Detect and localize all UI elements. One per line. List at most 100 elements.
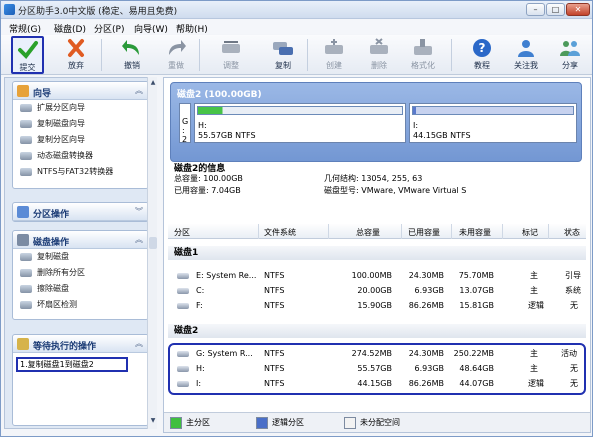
title-bar[interactable]: 分区助手3.0中文版 (稳定、易用且免费) – □ ✕ xyxy=(1,1,592,19)
partition-block-text: H: 55.57GB NTFS xyxy=(198,121,256,140)
table-row[interactable]: E: System Re... NTFS 100.00MB 24.30MB 75… xyxy=(168,268,586,283)
disk-map-prefix[interactable]: G:2 xyxy=(179,103,191,144)
cell-status: 无 xyxy=(570,301,578,310)
legend-unallocated: 未分配空间 xyxy=(344,417,400,429)
cell-partition: C: xyxy=(196,286,205,295)
disk-icon xyxy=(20,301,32,309)
collapse-chevron-icon[interactable]: ︽ xyxy=(135,234,143,245)
format-disk-icon xyxy=(412,38,434,58)
copy-button[interactable]: 复制 xyxy=(266,36,300,74)
disk-op-bad-sector[interactable]: 坏扇区检测 xyxy=(13,297,148,313)
minimize-button[interactable]: – xyxy=(526,3,545,16)
column-separator xyxy=(258,224,259,239)
column-header-flag[interactable]: 标记 xyxy=(522,227,538,238)
app-window: 分区助手3.0中文版 (稳定、易用且免费) – □ ✕ 常规(G) 磁盘(D) … xyxy=(0,0,593,437)
disk-group-row[interactable]: 磁盘1 xyxy=(168,246,586,260)
table-row[interactable]: C: NTFS 20.00GB 6.93GB 13.07GB 主 系统 xyxy=(168,283,586,298)
format-button[interactable]: 格式化 xyxy=(406,36,440,74)
redo-button[interactable]: 重做 xyxy=(159,36,193,74)
cell-used: 6.93GB xyxy=(414,286,445,295)
maximize-button[interactable]: □ xyxy=(546,3,565,16)
disk-geometry: 几何结构: 13054, 255, 63 xyxy=(324,174,423,183)
redo-label: 重做 xyxy=(168,61,184,70)
partition-block-h[interactable]: H: 55.57GB NTFS xyxy=(194,103,406,143)
column-header-free[interactable]: 未用容量 xyxy=(459,227,491,238)
follow-icon xyxy=(515,38,537,58)
cell-filesystem: NTFS xyxy=(264,301,285,310)
disk-op-delete-all[interactable]: 删除所有分区 xyxy=(13,265,148,281)
toolbar-separator xyxy=(199,39,200,71)
wizard-panel-title: 向导 xyxy=(33,89,52,99)
pending-ops-header[interactable]: 等待执行的操作 ︽ xyxy=(13,335,148,353)
disk-group-row[interactable]: 磁盘2 xyxy=(168,324,586,338)
disk-model: 磁盘型号: VMware, VMware Virtual S xyxy=(324,186,467,195)
undo-icon xyxy=(121,38,143,58)
column-separator xyxy=(401,224,402,239)
submit-button[interactable]: 提交 xyxy=(11,36,44,74)
column-separator xyxy=(451,224,452,239)
scrollbar-grip[interactable] xyxy=(149,237,157,249)
legend-bar: 主分区 逻辑分区 未分配空间 xyxy=(164,412,590,432)
delete-label: 删除 xyxy=(371,61,387,70)
tutorial-button[interactable]: ? 教程 xyxy=(465,36,499,74)
disk-op-copy-disk[interactable]: 复制磁盘 xyxy=(13,249,148,265)
create-button[interactable]: 创建 xyxy=(317,36,351,74)
resize-button[interactable]: 调整 xyxy=(214,36,248,74)
disk-map-title: 磁盘2 (100.00GB) xyxy=(177,90,262,100)
wizard-item-ntfs-fat32[interactable]: NTFS与FAT32转换器 xyxy=(13,164,148,180)
cell-total: 100.00MB xyxy=(351,271,392,280)
wizard-item-copy-partition[interactable]: 复制分区向导 xyxy=(13,132,148,148)
disk-icon xyxy=(20,120,32,128)
cell-filesystem: NTFS xyxy=(264,271,285,280)
toolbar-separator xyxy=(101,39,102,71)
scroll-down-icon[interactable]: ▼ xyxy=(149,417,157,426)
table-row[interactable]: F: NTFS 15.90GB 86.26MB 15.81GB 逻辑 无 xyxy=(168,298,586,313)
column-header-total[interactable]: 总容量 xyxy=(356,227,380,238)
toolbar: 提交 放弃 撤销 重做 调整 复制 创建 删除 格式化 ? 教程 关注我 分享 xyxy=(1,35,592,75)
disk-op-wipe-disk[interactable]: 擦除磁盘 xyxy=(13,281,148,297)
follow-button[interactable]: 关注我 xyxy=(509,36,543,74)
column-header-status[interactable]: 状态 xyxy=(564,227,580,238)
redo-icon xyxy=(165,38,187,58)
wizard-item-dynamic-disk[interactable]: 动态磁盘转换器 xyxy=(13,148,148,164)
menu-help[interactable]: 帮助(H) xyxy=(176,22,208,35)
toolbar-separator xyxy=(451,39,452,71)
undo-button[interactable]: 撤销 xyxy=(115,36,149,74)
disk-ops-header[interactable]: 磁盘操作 ︽ xyxy=(13,231,148,249)
pending-ops-icon xyxy=(17,338,29,350)
partition-block-text: I: 44.15GB NTFS xyxy=(413,121,471,140)
close-button[interactable]: ✕ xyxy=(566,3,590,16)
wizard-panel: 向导 ︽ 扩展分区向导 复制磁盘向导 复制分区向导 动态磁盘转换器 NTFS与F… xyxy=(12,81,149,189)
menu-partition[interactable]: 分区(P) xyxy=(94,22,124,35)
partition-block-i[interactable]: I: 44.15GB NTFS xyxy=(409,103,577,143)
partition-ops-header[interactable]: 分区操作 ︾ xyxy=(13,203,148,221)
sidebar-scrollbar[interactable]: ▲ ▼ xyxy=(147,77,157,429)
wizard-item-extend-partition[interactable]: 扩展分区向导 xyxy=(13,100,148,116)
collapse-chevron-icon[interactable]: ︽ xyxy=(135,338,143,349)
column-header-used[interactable]: 已用容量 xyxy=(408,227,440,238)
discard-label: 放弃 xyxy=(68,61,84,70)
expand-chevron-icon[interactable]: ︾ xyxy=(135,206,143,217)
highlight-annotation xyxy=(168,343,586,395)
cell-flag: 主 xyxy=(530,286,538,295)
share-button[interactable]: 分享 xyxy=(553,36,587,74)
pending-operation-item[interactable]: 1.复制磁盘1到磁盘2 xyxy=(16,357,128,372)
delete-button[interactable]: 删除 xyxy=(362,36,396,74)
cell-partition: F: xyxy=(196,301,203,310)
cell-total: 20.00GB xyxy=(357,286,392,295)
toolbar-separator xyxy=(307,39,308,71)
menu-disk[interactable]: 磁盘(D) xyxy=(54,22,86,35)
collapse-chevron-icon[interactable]: ︽ xyxy=(135,85,143,96)
menu-general[interactable]: 常规(G) xyxy=(9,22,41,35)
menu-wizard[interactable]: 向导(W) xyxy=(134,22,168,35)
wizard-panel-header[interactable]: 向导 ︽ xyxy=(13,82,148,100)
disk-icon xyxy=(20,104,32,112)
column-header-filesystem[interactable]: 文件系统 xyxy=(264,227,296,238)
discard-button[interactable]: 放弃 xyxy=(59,36,93,74)
help-icon: ? xyxy=(471,38,493,58)
disk-map-card[interactable]: 磁盘2 (100.00GB) G:2 H: 55.57GB NTFS I: 44.1… xyxy=(170,82,582,162)
scroll-up-icon[interactable]: ▲ xyxy=(149,79,157,88)
column-header-partition[interactable]: 分区 xyxy=(174,227,190,238)
wizard-item-copy-disk[interactable]: 复制磁盘向导 xyxy=(13,116,148,132)
column-separator xyxy=(548,224,549,239)
